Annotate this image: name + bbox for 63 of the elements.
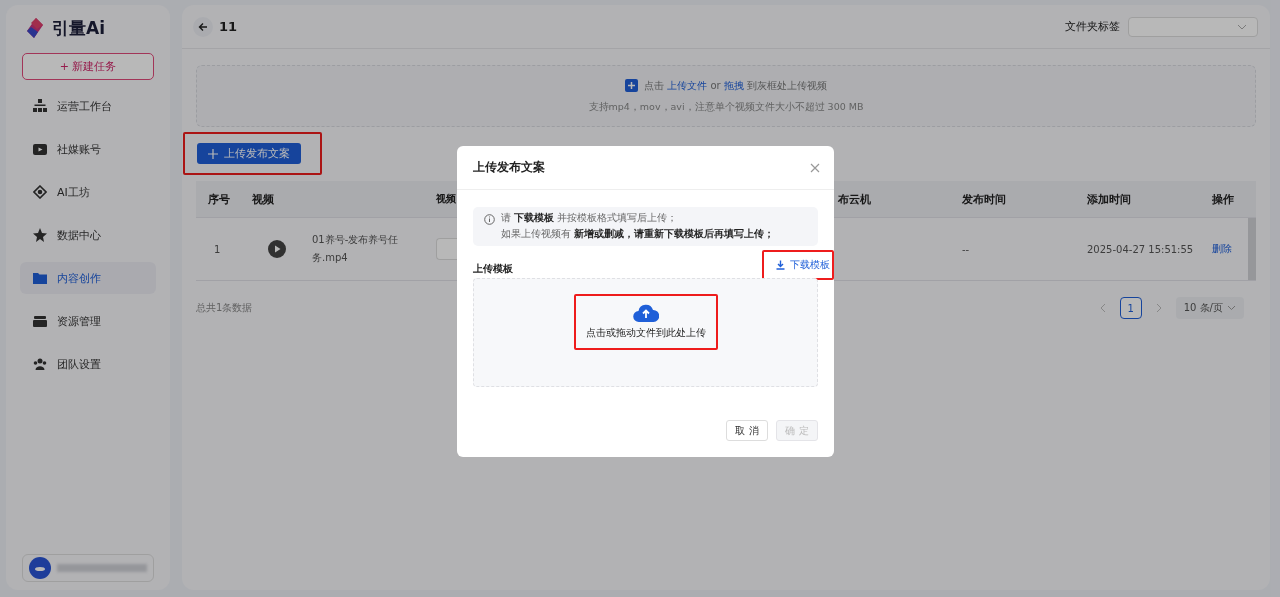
folder-tag-select[interactable] xyxy=(1128,16,1258,37)
star-icon xyxy=(33,228,47,242)
logo-text: 引量Ai xyxy=(52,16,105,40)
sidebar-item[interactable]: 运营工作台 xyxy=(20,90,156,122)
video-upload-zone[interactable]: 点击 上传文件 or 拖拽 到灰框处上传视频 支持mp4，mov，avi，注意单个视频文件大小不超过 300 MB xyxy=(196,65,1256,127)
sidebar-item[interactable]: 团队设置 xyxy=(20,348,156,380)
chevron-down-icon xyxy=(1237,23,1247,30)
sidebar-item[interactable]: 数据中心 xyxy=(20,219,156,251)
info-icon xyxy=(484,214,495,225)
user-card[interactable] xyxy=(22,554,154,582)
folder-icon xyxy=(33,271,47,285)
column-header: 发布时间 xyxy=(962,191,1006,207)
download-icon xyxy=(776,260,785,270)
next-page-icon[interactable] xyxy=(1155,303,1162,313)
media-icon xyxy=(33,142,47,156)
scrollbar[interactable] xyxy=(1248,218,1256,280)
chevron-down-icon xyxy=(1227,305,1236,311)
table-cell: -- xyxy=(962,243,970,255)
table-cell: 2025-04-27 15:51:55 xyxy=(1087,243,1194,255)
page-button[interactable]: 1 xyxy=(1119,297,1142,319)
column-header: 视频 xyxy=(436,192,456,206)
back-button[interactable] xyxy=(193,16,213,37)
close-icon[interactable] xyxy=(810,162,820,173)
cloud-upload-icon xyxy=(632,303,659,323)
delete-link[interactable]: 删除 xyxy=(1212,242,1232,256)
table-cell-text: 01养号-发布养号任务.mp4 xyxy=(312,233,400,265)
column-header: 序号 xyxy=(208,191,230,207)
drawer-icon xyxy=(33,314,47,328)
template-label: 上传模板 xyxy=(473,262,513,276)
folder-tag-label: 文件夹标签 xyxy=(1065,19,1120,34)
notice-text: 请 下载模板 并按模板格式填写后上传； xyxy=(501,212,679,225)
diamond-icon xyxy=(33,185,47,199)
plus-icon xyxy=(208,148,218,159)
upload-instruction: 点击 上传文件 or 拖拽 到灰框处上传视频 xyxy=(644,78,827,93)
file-drop-zone[interactable]: 点击或拖动文件到此处上传 xyxy=(473,278,818,387)
avatar-icon xyxy=(29,557,51,579)
team-icon xyxy=(33,357,47,371)
upload-hint: 支持mp4，mov，avi，注意单个视频文件大小不超过 300 MB xyxy=(588,100,864,114)
column-header: 添加时间 xyxy=(1087,191,1131,207)
hierarchy-icon xyxy=(33,99,47,113)
logo-icon xyxy=(26,17,44,39)
previous-page-icon[interactable] xyxy=(1099,303,1106,313)
plus-icon xyxy=(625,79,638,92)
column-header: 布云机 xyxy=(838,191,871,207)
sidebar-item[interactable]: AI工坊 xyxy=(20,176,156,208)
column-header: 视频 xyxy=(252,191,274,207)
back-arrow-icon xyxy=(198,21,208,32)
download-template-link[interactable]: 下载模板 xyxy=(776,258,830,272)
page-title: 11 xyxy=(219,19,238,34)
upload-copy-button[interactable]: 上传发布文案 xyxy=(197,143,301,164)
total-count: 总共1条数据 xyxy=(196,301,253,315)
drop-text: 点击或拖动文件到此处上传 xyxy=(585,327,706,340)
new-task-button[interactable]: + 新建任务 xyxy=(22,53,154,80)
page-size-select[interactable]: 10 条/页 xyxy=(1175,297,1244,319)
sidebar-item[interactable]: 内容创作 xyxy=(20,262,156,294)
sidebar-item[interactable]: 社媒账号 xyxy=(20,133,156,165)
sidebar-item[interactable]: 资源管理 xyxy=(20,305,156,337)
play-icon[interactable] xyxy=(268,240,286,258)
table-cell: 1 xyxy=(214,243,221,255)
column-header: 操作 xyxy=(1212,191,1234,207)
dialog-title: 上传发布文案 xyxy=(473,159,545,176)
cancel-button[interactable]: 取 消 xyxy=(726,420,768,441)
notice-text: 如果上传视频有 新增或删减，请重新下载模板后再填写上传； xyxy=(501,228,775,241)
